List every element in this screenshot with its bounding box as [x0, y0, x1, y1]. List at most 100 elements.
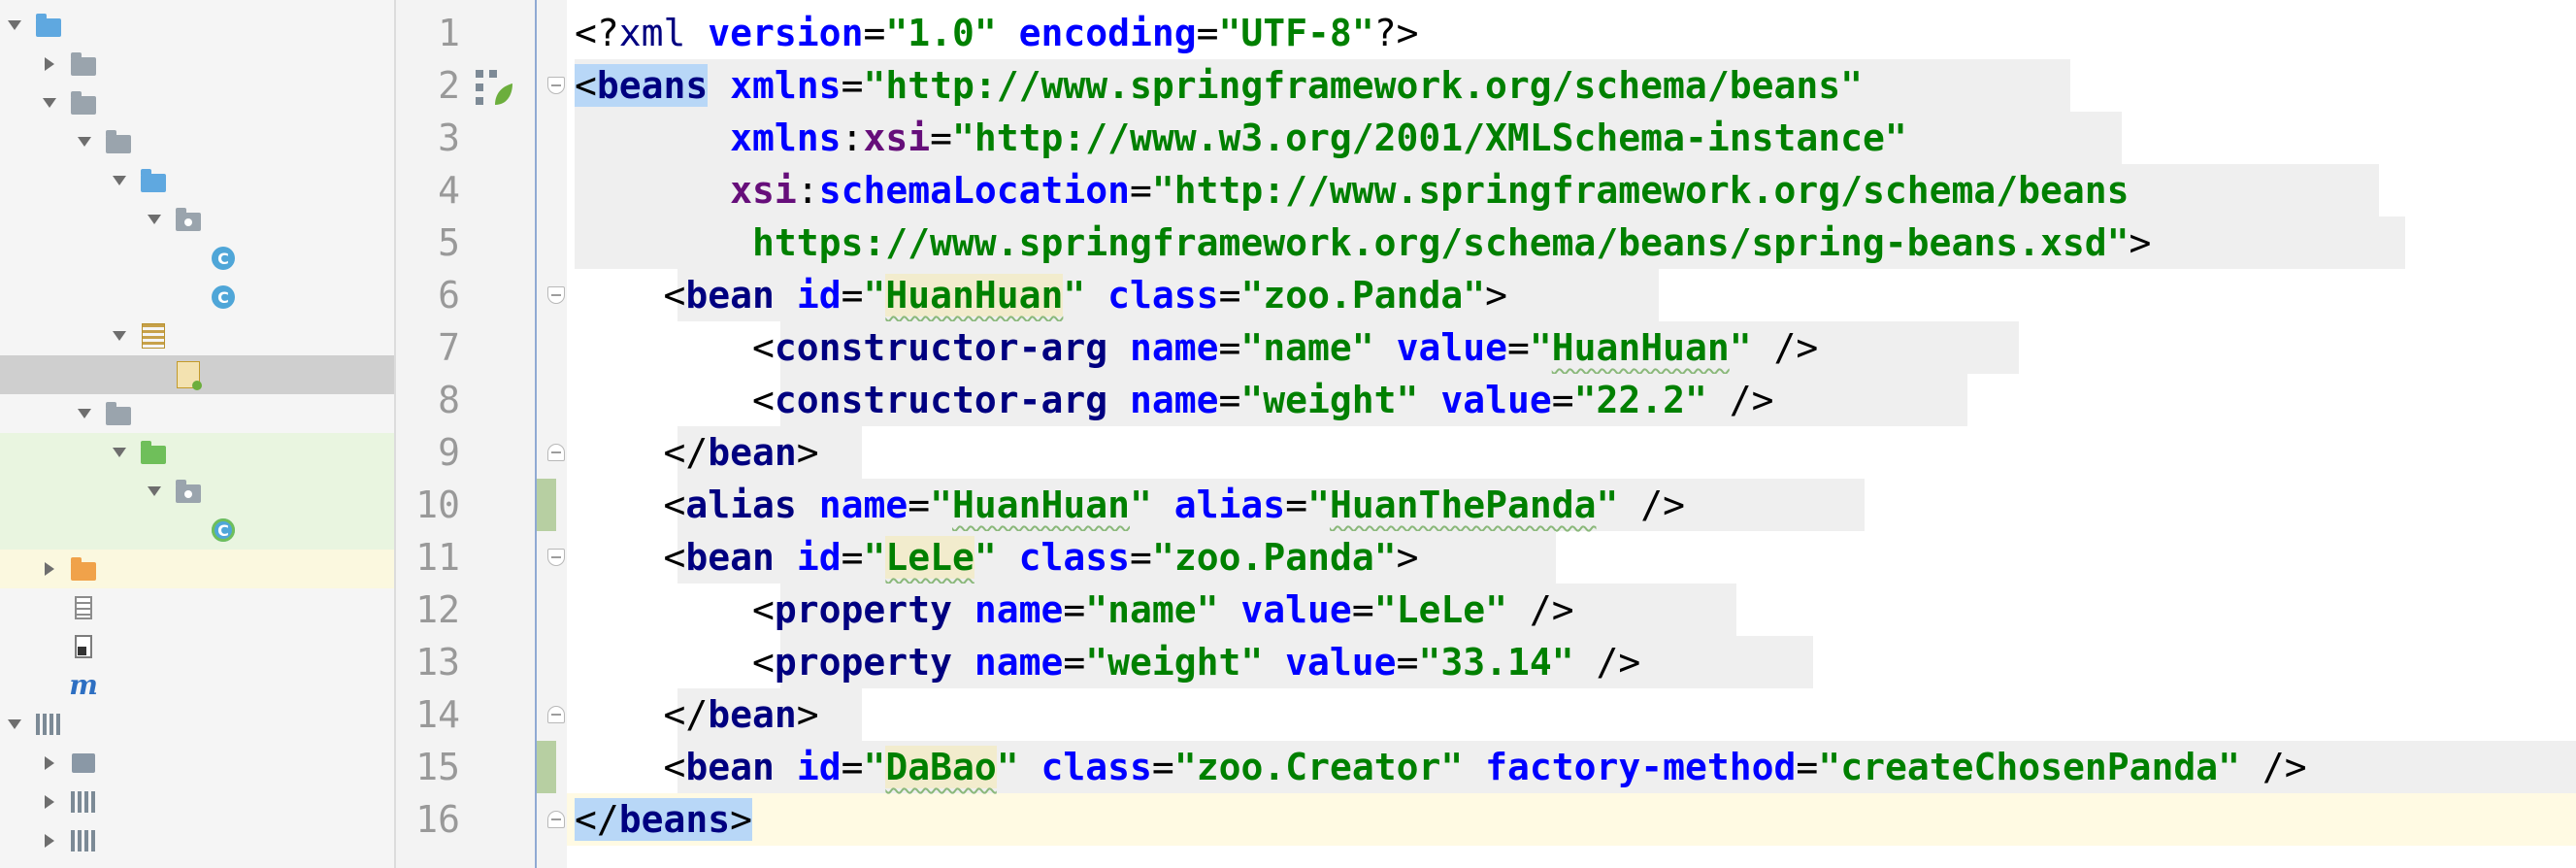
code-token: schemaLocation: [818, 169, 1130, 212]
code-line-1[interactable]: <?xml version="1.0" encoding="UTF-8"?>: [575, 7, 1418, 59]
code-line-3[interactable]: xmlns:xsi="http://www.w3.org/2001/XMLSch…: [575, 112, 1907, 164]
tree-item-gitignore-15[interactable]: [0, 588, 394, 627]
code-line-8[interactable]: <constructor-arg name="weight" value="22…: [575, 374, 1773, 426]
tree-item-resources-8[interactable]: [0, 317, 394, 355]
line-number: 11: [415, 536, 460, 579]
code-line-9[interactable]: </bean>: [575, 426, 819, 479]
code-token: "LeLe": [1373, 588, 1507, 631]
tree-item-10-19[interactable]: [0, 744, 394, 783]
code-token: "22.2": [1573, 379, 1707, 421]
tree-item-target-14[interactable]: [0, 550, 394, 588]
tree-item-external-libraries-18[interactable]: [0, 705, 394, 744]
code-token: id: [796, 274, 842, 317]
fold-end-icon[interactable]: [547, 811, 565, 828]
line-number: 1: [438, 12, 460, 54]
code-token: ": [1063, 274, 1086, 317]
code-line-11[interactable]: <bean id="LeLe" class="zoo.Panda">: [575, 531, 1419, 584]
code-token: ": [930, 484, 952, 526]
expand-arrow-down-icon[interactable]: [74, 131, 95, 152]
expand-arrow-down-icon[interactable]: [109, 442, 130, 463]
tree-item-src-2[interactable]: [0, 83, 394, 122]
line-number: 10: [415, 484, 460, 526]
tree-item-zoo-5[interactable]: [0, 200, 394, 239]
expand-arrow-down-icon[interactable]: [109, 325, 130, 347]
expand-arrow-right-icon[interactable]: [39, 752, 60, 774]
tree-item-hellospring-0[interactable]: [0, 6, 394, 45]
spring-bean-gutter-icon[interactable]: [474, 68, 516, 116]
code-token: "UTF-8": [1218, 12, 1374, 54]
vcs-change-marker[interactable]: [537, 479, 556, 531]
code-line-12[interactable]: <property name="name" value="LeLe" />: [575, 584, 1574, 636]
expand-arrow-down-icon[interactable]: [39, 92, 60, 114]
code-line-13[interactable]: <property name="weight" value="33.14" />: [575, 636, 1640, 688]
code-token: =: [1218, 326, 1241, 369]
code-token: "http://www.w3.org/2001/XMLSchema-instan…: [951, 117, 1907, 159]
library-icon: [70, 827, 97, 854]
code-token: <: [752, 588, 775, 631]
code-line-4[interactable]: xsi:schemaLocation="http://www.springfra…: [575, 164, 2129, 217]
fold-end-icon[interactable]: [547, 706, 565, 723]
expand-arrow-down-icon[interactable]: [144, 209, 165, 230]
libraries-icon: [35, 711, 62, 738]
code-token: ": [863, 746, 886, 788]
line-number: 12: [415, 588, 460, 631]
expand-arrow-down-icon[interactable]: [144, 481, 165, 502]
code-line-2[interactable]: <beans xmlns="http://www.springframework…: [575, 59, 1863, 112]
tree-item-test-10[interactable]: [0, 394, 394, 433]
tree-item-hellospring-iml-16[interactable]: [0, 627, 394, 666]
excluded-folder-icon: [70, 555, 97, 583]
tree-item-panda-7[interactable]: C: [0, 278, 394, 317]
expand-arrow-right-icon[interactable]: [39, 791, 60, 813]
code-token: ": [1307, 484, 1330, 526]
code-token: <: [663, 536, 686, 579]
code-line-7[interactable]: <constructor-arg name="name" value="Huan…: [575, 321, 1818, 374]
expand-arrow-right-icon[interactable]: [39, 830, 60, 851]
tree-item-java-4[interactable]: [0, 161, 394, 200]
code-token: ": [974, 536, 997, 579]
code-token: LeLe: [885, 536, 974, 579]
code-token: "createChosenPanda": [1818, 746, 2240, 788]
project-tree[interactable]: CCCm: [0, 0, 396, 868]
vcs-change-marker[interactable]: [537, 741, 556, 793]
code-token: constructor-arg: [774, 379, 1108, 421]
expand-arrow-right-icon[interactable]: [39, 558, 60, 580]
tree-item-main-3[interactable]: [0, 122, 394, 161]
fold-end-icon[interactable]: [547, 444, 565, 461]
library-icon: [70, 788, 97, 816]
current-line-highlight: [567, 793, 2576, 846]
code-line-6[interactable]: <bean id="HuanHuan" class="zoo.Panda">: [575, 269, 1507, 321]
code-line-5[interactable]: https://www.springframework.org/schema/b…: [575, 217, 2151, 269]
code-line-10[interactable]: <alias name="HuanHuan" alias="HuanThePan…: [575, 479, 1686, 531]
fold-collapse-icon[interactable]: [547, 77, 565, 94]
code-token: "zoo.Creator": [1173, 746, 1464, 788]
code-line-15[interactable]: <bean id="DaBao" class="zoo.Creator" fac…: [575, 741, 2307, 793]
code-token: property: [774, 588, 952, 631]
tree-item-zoo-12[interactable]: [0, 472, 394, 511]
tree-item-pom-xml-17[interactable]: m: [0, 666, 394, 705]
expand-arrow-right-icon[interactable]: [39, 53, 60, 75]
tree-item-maven-com-alibaba-fast-20[interactable]: [0, 783, 394, 821]
expand-arrow-down-icon[interactable]: [4, 714, 25, 735]
code-line-16[interactable]: </beans>: [575, 793, 753, 846]
expand-arrow-down-icon[interactable]: [4, 15, 25, 36]
tree-item-idea-1[interactable]: [0, 45, 394, 83]
tree-item-creator-6[interactable]: C: [0, 239, 394, 278]
fold-collapse-icon[interactable]: [547, 286, 565, 304]
tree-item-maven-junit-junit-4-12-21[interactable]: [0, 821, 394, 860]
code-token: class: [1040, 746, 1152, 788]
tree-item-java-11[interactable]: [0, 433, 394, 472]
code-token: bean: [685, 746, 775, 788]
fold-collapse-icon[interactable]: [547, 549, 565, 566]
expand-arrow-down-icon[interactable]: [74, 403, 95, 424]
tree-item-pandatest-13[interactable]: C: [0, 511, 394, 550]
tree-item-spring-xml-9[interactable]: [0, 355, 394, 394]
expand-arrow-down-icon[interactable]: [109, 170, 130, 191]
code-line-14[interactable]: </bean>: [575, 688, 819, 741]
code-editor[interactable]: <?xml version="1.0" encoding="UTF-8"?> <b…: [567, 0, 2576, 868]
